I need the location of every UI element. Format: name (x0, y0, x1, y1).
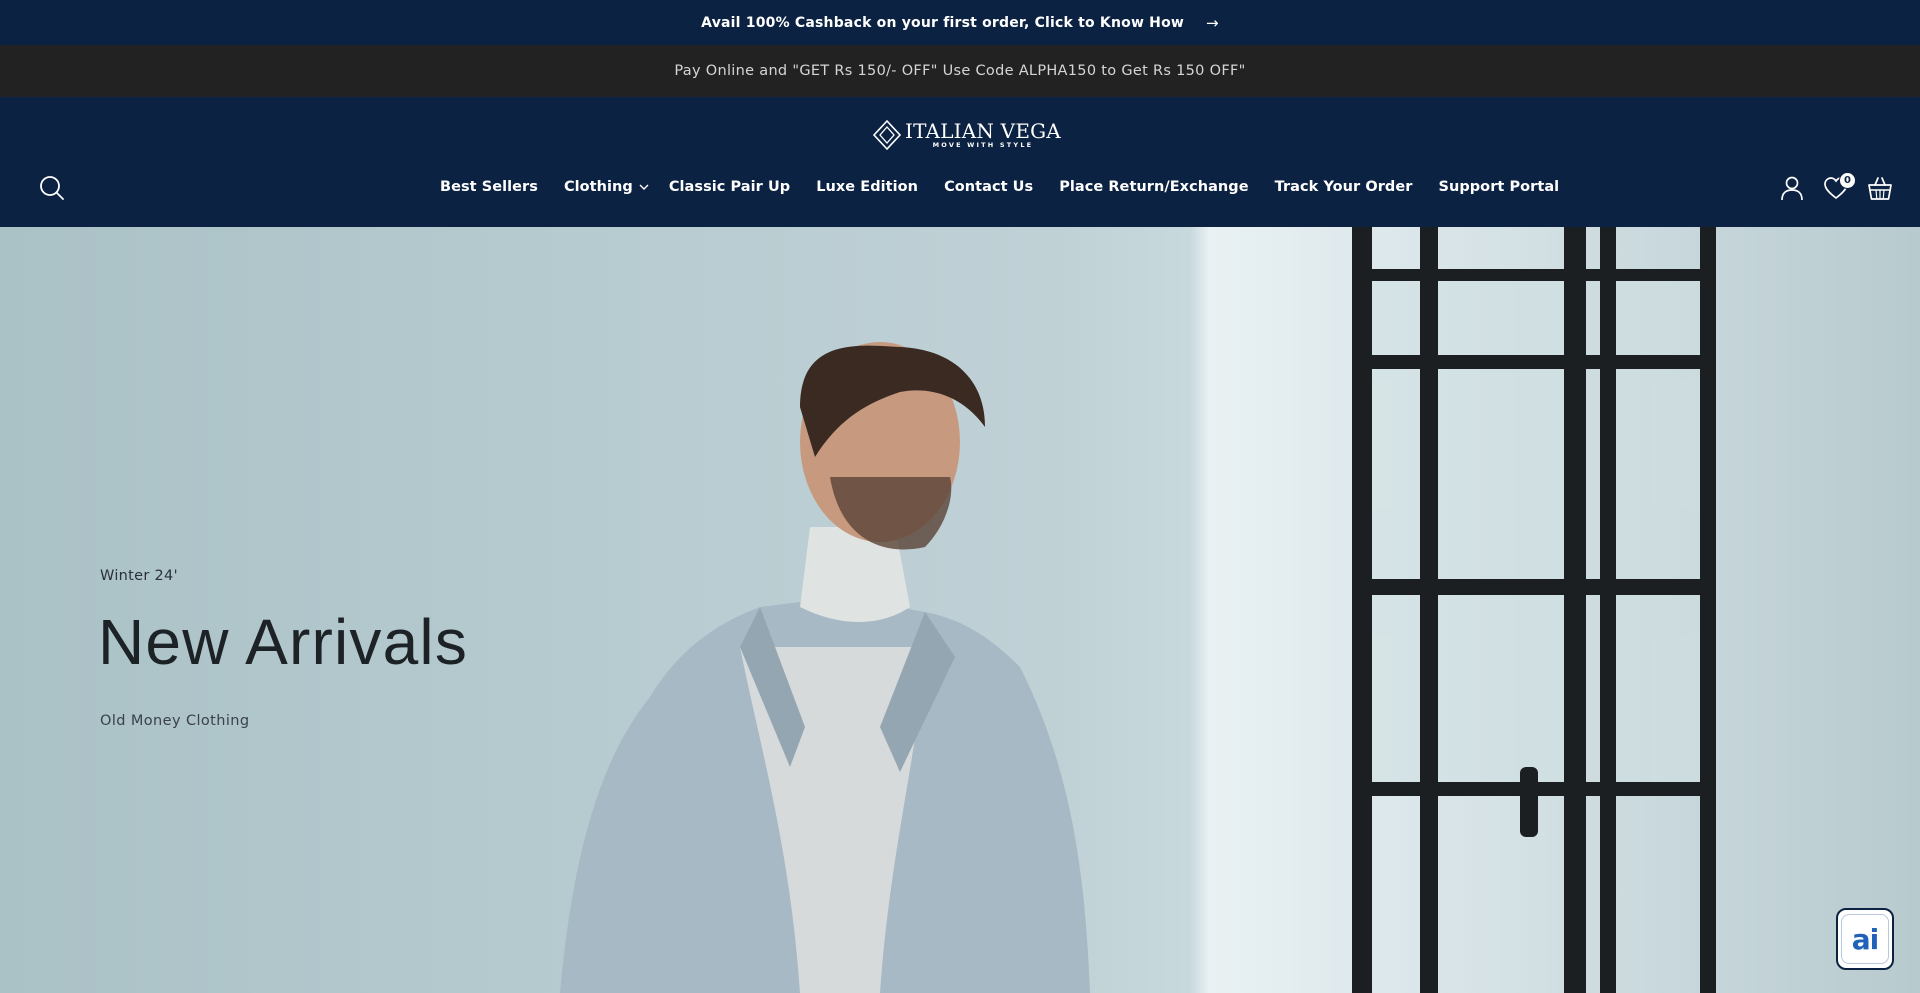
chat-widget-inner: ai (1841, 914, 1889, 964)
site-logo[interactable]: ITALIAN VEGA MOVE WITH STYLE (872, 117, 1061, 153)
logo-tagline: MOVE WITH STYLE (932, 141, 1034, 149)
basket-icon[interactable] (1866, 174, 1894, 202)
hero-eyebrow: Winter 24' (100, 568, 178, 584)
promo-text: Pay Online and "GET Rs 150/- OFF" Use Co… (674, 63, 1246, 79)
nav-support-portal[interactable]: Support Portal (1438, 179, 1559, 195)
site-header: ITALIAN VEGA MOVE WITH STYLE Best Seller… (0, 97, 1920, 227)
nav-track-your-order[interactable]: Track Your Order (1275, 179, 1413, 195)
nav-best-sellers[interactable]: Best Sellers (440, 179, 538, 195)
nav-luxe-edition[interactable]: Luxe Edition (816, 179, 918, 195)
nav-contact-us[interactable]: Contact Us (944, 179, 1033, 195)
chat-widget-button[interactable]: ai (1836, 908, 1894, 970)
logo-diamond-icon (872, 119, 902, 151)
announcement-text[interactable]: Avail 100% Cashback on your first order,… (701, 15, 1184, 31)
nav-clothing[interactable]: Clothing (564, 179, 649, 195)
logo-name: ITALIAN VEGA (905, 119, 1061, 143)
chevron-down-icon (639, 179, 649, 195)
wishlist-count-badge: 0 (1839, 172, 1856, 189)
account-icon[interactable] (1778, 174, 1806, 202)
promo-bar: Pay Online and "GET Rs 150/- OFF" Use Co… (0, 45, 1920, 97)
search-icon[interactable] (38, 174, 66, 202)
hero-headline: New Arrivals (98, 606, 469, 678)
hero-banner[interactable]: Winter 24' New Arrivals Old Money Clothi… (0, 227, 1920, 993)
announcement-bar[interactable]: Avail 100% Cashback on your first order,… (0, 0, 1920, 45)
arrow-right-icon[interactable]: → (1206, 14, 1219, 32)
nav-place-return-exchange[interactable]: Place Return/Exchange (1059, 179, 1248, 195)
chat-ai-icon: ai (1851, 922, 1879, 956)
hero-subtext: Old Money Clothing (100, 713, 250, 729)
main-nav: Best Sellers Clothing Classic Pair Up Lu… (440, 172, 1559, 202)
nav-classic-pair-up[interactable]: Classic Pair Up (669, 179, 790, 195)
